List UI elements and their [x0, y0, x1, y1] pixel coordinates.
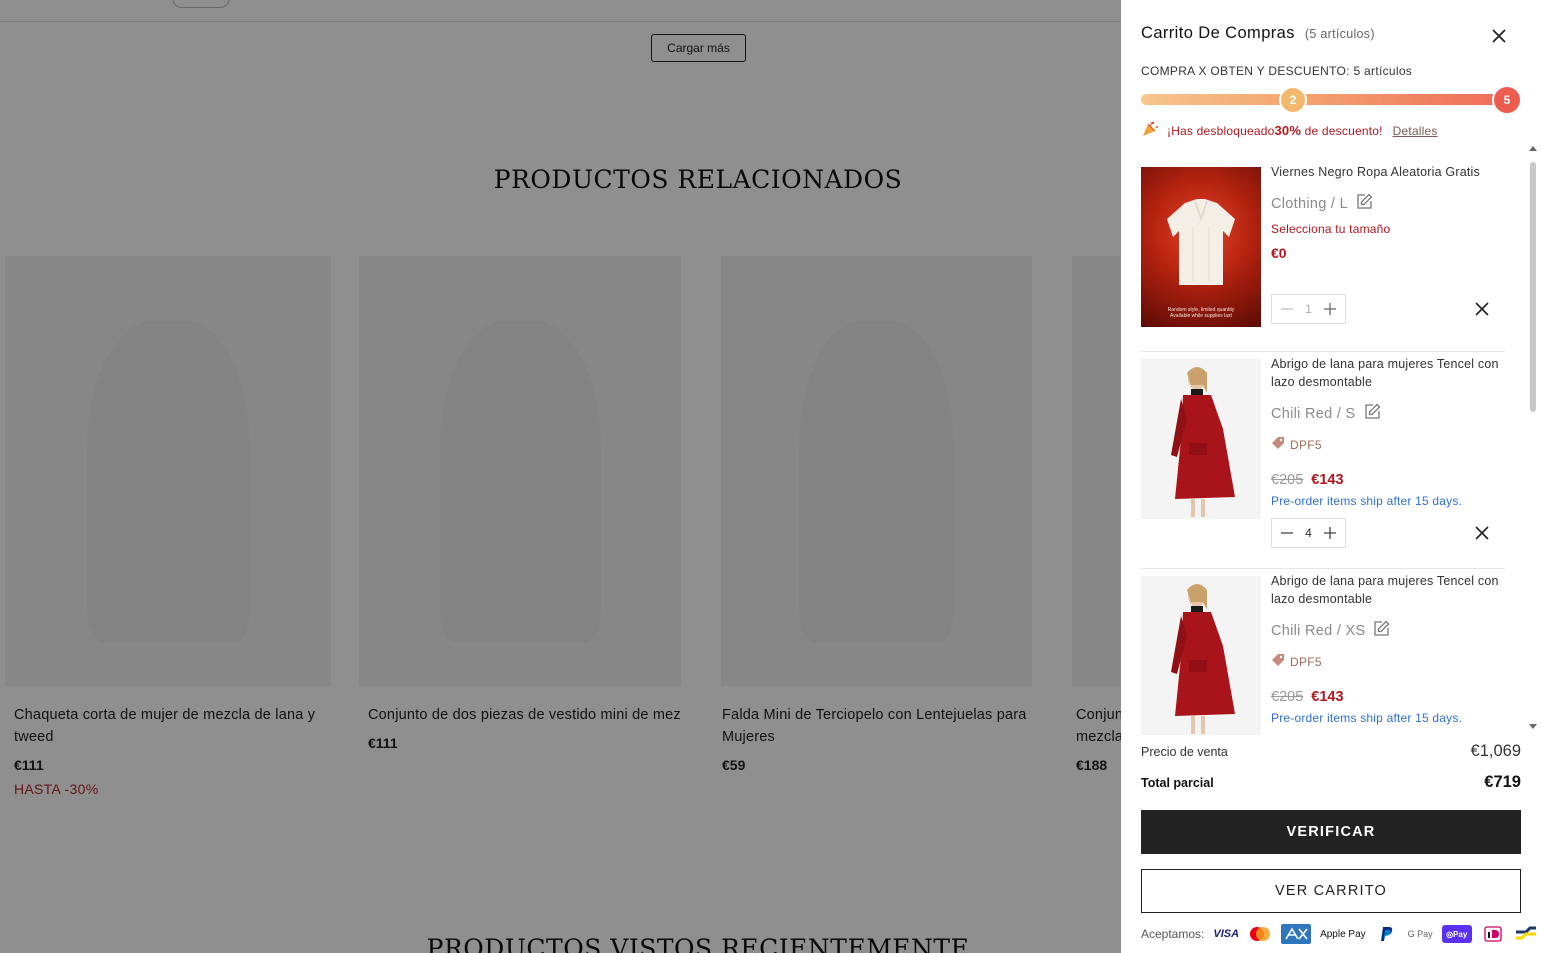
apple-pay-icon: Apple Pay: [1320, 928, 1366, 940]
subtotal-row: Total parcial €719: [1141, 773, 1521, 792]
view-cart-button[interactable]: VER CARRITO: [1141, 869, 1521, 913]
scrollbar-thumb[interactable]: [1530, 162, 1536, 412]
item-name[interactable]: Abrigo de lana para mujeres Tencel con l…: [1271, 572, 1501, 608]
item-info: Viernes Negro Ropa Aleatoria Gratis Clot…: [1271, 163, 1501, 261]
minus-icon[interactable]: [1280, 302, 1294, 316]
plus-icon[interactable]: [1323, 302, 1337, 316]
item-info: Abrigo de lana para mujeres Tencel con l…: [1271, 572, 1501, 725]
preorder-notice: Pre-order items ship after 15 days.: [1271, 494, 1463, 508]
coupon-code: DPF5: [1290, 654, 1322, 669]
google-pay-icon: G Pay: [1407, 929, 1433, 939]
item-info: Abrigo de lana para mujeres Tencel con l…: [1271, 355, 1501, 508]
item-variant[interactable]: Chili Red / S: [1271, 406, 1356, 422]
item-variant-row[interactable]: Chili Red / XS: [1271, 620, 1501, 641]
edit-icon[interactable]: [1364, 403, 1381, 424]
sale-price: €143: [1311, 689, 1344, 705]
cart-item: Random style, limited quantity Available…: [1141, 160, 1505, 352]
shop-pay-icon: ◎Pay: [1441, 925, 1472, 943]
modal-overlay[interactable]: [0, 0, 1121, 953]
original-price: €205: [1271, 689, 1304, 705]
discount-unlocked-row: ¡Has desbloqueado30% de descuento! Detal…: [1141, 120, 1438, 141]
paypal-icon: [1375, 925, 1399, 943]
ideal-icon: [1481, 925, 1505, 943]
item-variant[interactable]: Clothing / L: [1271, 196, 1348, 212]
payment-methods: Aceptamos: VISA Apple Pay G Pay ◎Pay: [1141, 924, 1538, 944]
edit-icon[interactable]: [1373, 620, 1390, 641]
item-name[interactable]: Abrigo de lana para mujeres Tencel con l…: [1271, 355, 1501, 391]
cart-drawer: Carrito De Compras (5 artículos) COMPRA …: [1121, 0, 1541, 953]
bancontact-icon: [1514, 925, 1538, 943]
sale-price-value: €1,069: [1470, 742, 1521, 760]
preorder-notice: Pre-order items ship after 15 days.: [1271, 711, 1463, 725]
progress-milestone: 2: [1279, 86, 1307, 114]
edit-icon[interactable]: [1356, 193, 1373, 214]
checkout-button[interactable]: VERIFICAR: [1141, 810, 1521, 854]
item-variant-row[interactable]: Clothing / L: [1271, 193, 1501, 214]
item-name[interactable]: Viernes Negro Ropa Aleatoria Gratis: [1271, 163, 1501, 181]
original-price: €205: [1271, 472, 1304, 488]
quantity-value[interactable]: 4: [1305, 526, 1312, 540]
item-price: €0: [1271, 245, 1287, 261]
coupon-row: DPF5: [1271, 436, 1501, 453]
sale-price-label: Precio de venta: [1141, 744, 1228, 759]
subtotal-value: €719: [1484, 773, 1521, 791]
close-icon[interactable]: [1489, 26, 1509, 46]
sale-price: €143: [1311, 472, 1344, 488]
product-thumbnail[interactable]: [1141, 359, 1261, 519]
accept-label: Aceptamos:: [1141, 927, 1205, 941]
cart-item: Abrigo de lana para mujeres Tencel con l…: [1141, 352, 1505, 569]
item-variant-row[interactable]: Chili Red / S: [1271, 403, 1501, 424]
progress-milestone: 5: [1492, 85, 1522, 115]
item-variant[interactable]: Chili Red / XS: [1271, 623, 1365, 639]
scroll-down-icon[interactable]: [1529, 724, 1537, 729]
quantity-stepper[interactable]: 4: [1271, 518, 1346, 548]
subtotal-label: Total parcial: [1141, 775, 1214, 790]
size-warning[interactable]: Selecciona tu tamaño: [1271, 222, 1501, 236]
sale-price-row: Precio de venta €1,069: [1141, 742, 1521, 761]
price-row: €205 €143: [1271, 472, 1501, 488]
tag-icon: [1271, 436, 1285, 453]
thumbnail-caption: Random style, limited quantity Available…: [1167, 307, 1235, 319]
party-popper-icon: [1141, 120, 1159, 141]
product-thumbnail[interactable]: [1141, 576, 1261, 735]
visa-icon: VISA: [1213, 928, 1240, 940]
cart-item-count: (5 artículos): [1304, 27, 1375, 41]
amex-icon: [1281, 924, 1312, 944]
promo-label: COMPRA X OBTEN Y DESCUENTO: 5 artículos: [1141, 64, 1413, 78]
cart-header: Carrito De Compras (5 artículos): [1141, 24, 1375, 43]
cart-scrollbar[interactable]: [1529, 146, 1537, 729]
scroll-up-icon[interactable]: [1529, 146, 1537, 151]
remove-item-icon[interactable]: [1473, 300, 1491, 318]
price-row: €205 €143: [1271, 689, 1501, 705]
plus-icon[interactable]: [1323, 526, 1337, 540]
discount-unlocked-text: ¡Has desbloqueado30% de descuento!: [1167, 123, 1383, 138]
tag-icon: [1271, 653, 1285, 670]
mastercard-icon: [1248, 925, 1272, 943]
cart-item: Abrigo de lana para mujeres Tencel con l…: [1141, 569, 1505, 735]
cart-title: Carrito De Compras: [1141, 24, 1295, 42]
details-link[interactable]: Detalles: [1393, 124, 1438, 138]
remove-item-icon[interactable]: [1473, 524, 1491, 542]
minus-icon[interactable]: [1280, 526, 1294, 540]
coupon-row: DPF5: [1271, 653, 1501, 670]
quantity-value[interactable]: 1: [1305, 302, 1312, 316]
cart-items-list[interactable]: Random style, limited quantity Available…: [1141, 160, 1505, 735]
quantity-stepper[interactable]: 1: [1271, 294, 1346, 324]
coupon-code: DPF5: [1290, 437, 1322, 452]
promo-progress-bar: [1141, 94, 1511, 105]
product-thumbnail[interactable]: Random style, limited quantity Available…: [1141, 167, 1261, 327]
